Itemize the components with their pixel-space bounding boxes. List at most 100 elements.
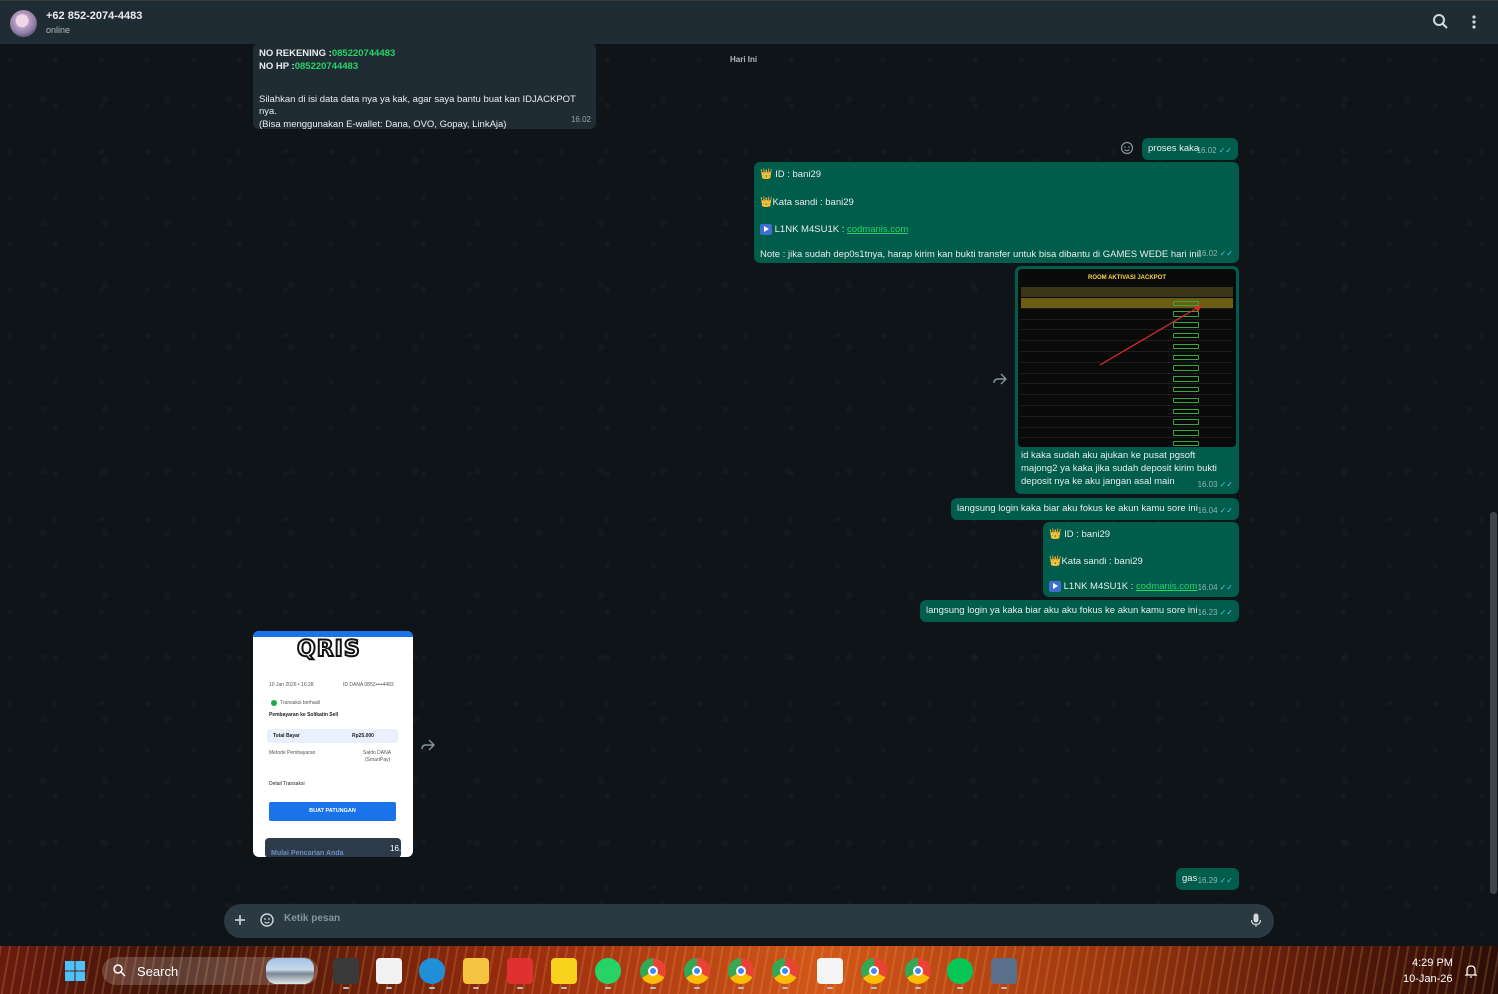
emoji-reaction-icon[interactable] [1119,140,1135,156]
chrome-app-icon[interactable] [728,958,754,984]
message-time: 16.23 ✓✓ [1197,608,1233,618]
buat-patungan-button: BUAT PATUNGAN [269,802,396,821]
crown-emoji-icon: 👑 [760,196,773,208]
message-time: 16.29 [390,844,411,853]
message-time: 16.02 ✓✓ [1196,146,1232,156]
table-row [1021,395,1233,406]
search-icon[interactable] [1430,11,1452,33]
status-pill [1173,376,1199,382]
link[interactable]: codmanis.com [847,224,908,235]
message-line: NO REKENING :085220744483 [259,48,396,59]
phone-number[interactable]: 085220744483 [295,61,358,72]
windows-start-icon[interactable] [64,960,86,982]
chrome-center-icon [780,966,790,976]
notification-bell-icon[interactable] [1463,963,1479,979]
message-line: Note : jika sudah dep0s1tnya, harap kiri… [760,249,1202,261]
message-time: 16.02 ✓✓ [1197,249,1233,259]
outgoing-message[interactable]: proses kaka 16.02 ✓✓ [1142,138,1238,160]
receipt-date: 10 Jan 2026 • 16:28 [269,682,314,688]
qris-logo: QRIS [296,636,361,663]
jackpot-table-image[interactable]: ROOM AKTIVASI JACKPOT [1018,269,1236,447]
chrome-app-icon[interactable] [640,958,666,984]
incoming-message[interactable]: NO REKENING :085220744483 NO HP :0852207… [253,43,596,131]
running-indicator [561,987,567,989]
notepad-app-icon[interactable] [376,958,402,984]
status-pill [1173,440,1199,447]
running-indicator [694,987,700,989]
outgoing-message[interactable]: langsung login ya kaka biar aku aku foku… [920,600,1239,622]
outgoing-message[interactable]: 👑 ID : bani29 👑Kata sandi : bani29 L1NK … [754,162,1239,263]
taskbar-search-label: Search [137,964,179,979]
message-text: langsung login ya kaka biar aku aku foku… [926,605,1198,616]
sticker-icon[interactable] [259,912,275,928]
account-number[interactable]: 085220744483 [332,48,395,59]
running-indicator [343,987,349,989]
chrome-center-icon [869,966,879,976]
document-app-icon[interactable] [817,958,843,984]
contact-status: online [46,25,71,35]
edge-app-icon[interactable] [419,958,445,984]
detail-label: Detail Transaksi [269,781,305,787]
chrome-app-icon[interactable] [684,958,710,984]
receipt-status: Transaksi berhasil [280,700,321,706]
play-button-emoji-icon [760,223,772,235]
incoming-image-message[interactable]: QRIS 10 Jan 2026 • 16:28 ID DANA 0852•••… [253,631,413,857]
chrome-app-icon[interactable] [861,958,887,984]
whatsapp-app-icon[interactable] [595,958,621,984]
status-pill [1173,430,1199,436]
message-line: Silahkan di isi data data nya ya kak, ag… [259,93,576,118]
clock-date[interactable]: 10-Jan-26 [1403,973,1453,985]
running-indicator [605,987,611,989]
wps-app-icon[interactable] [507,958,533,984]
forward-icon[interactable] [420,738,436,752]
read-receipt-icon: ✓✓ [1219,249,1233,259]
method-value: Saldo DANA [363,750,392,756]
message-time: 16.02 [570,115,591,125]
outgoing-image-message[interactable]: ROOM AKTIVASI JACKPOT id kaka sudah aku … [1015,266,1239,494]
message-text: gas [1182,873,1198,884]
success-check-icon [271,700,277,706]
table-row [1021,428,1233,439]
contact-name[interactable]: +62 852-2074-4483 [46,10,142,22]
forward-icon[interactable] [992,372,1008,386]
image-title: ROOM AKTIVASI JACKPOT [1087,275,1166,281]
receipt-footer-banner: Mulai Pencarian Anda [265,838,401,857]
line-app-icon[interactable] [947,958,973,984]
outgoing-message[interactable]: gas 16.29 ✓✓ [1176,868,1239,890]
running-indicator [473,987,479,989]
running-indicator [738,987,744,989]
message-composer[interactable] [224,904,1274,938]
file-explorer-app-icon[interactable] [463,958,489,984]
footer-text: Mulai Pencarian Anda [271,850,344,857]
chrome-center-icon [913,966,923,976]
crown-emoji-icon: 👑 [760,169,773,180]
plus-icon[interactable] [233,913,247,927]
outgoing-message[interactable]: langsung login kaka biar aku fokus ke ak… [951,498,1239,520]
table-row [1021,438,1233,447]
chat-header[interactable]: +62 852-2074-4483 online [0,0,1498,44]
outgoing-message[interactable]: 👑 ID : bani29 👑Kata sandi : bani29 L1NK … [1043,522,1239,597]
chrome-center-icon [736,966,746,976]
message-input[interactable]: Ketik pesan [284,913,340,924]
table-row [1021,384,1233,396]
chrome-app-icon[interactable] [905,958,931,984]
table-header [1021,287,1233,297]
clock-time[interactable]: 4:29 PM [1412,957,1453,969]
chrome-center-icon [648,966,658,976]
microphone-icon[interactable] [1249,912,1263,928]
task-view-app-icon[interactable] [333,958,359,984]
scrollbar-thumb[interactable] [1490,512,1497,894]
sticky-notes-app-icon[interactable] [551,958,577,984]
more-vert-icon[interactable] [1463,11,1485,33]
message-line: (Bisa menggunakan E-wallet: Dana, OVO, G… [259,119,507,131]
search-icon [113,964,126,977]
method-value-2: (SmartPay) [365,757,391,763]
message-line: L1NK M4SU1K : codmanis.com [760,223,1233,237]
read-receipt-icon: ✓✓ [1219,583,1233,593]
contact-avatar[interactable] [10,10,37,37]
media-player-app-icon[interactable] [991,958,1017,984]
chrome-app-icon[interactable] [772,958,798,984]
message-time: 16.04 ✓✓ [1197,583,1233,593]
link[interactable]: codmanis.com [1136,581,1197,592]
